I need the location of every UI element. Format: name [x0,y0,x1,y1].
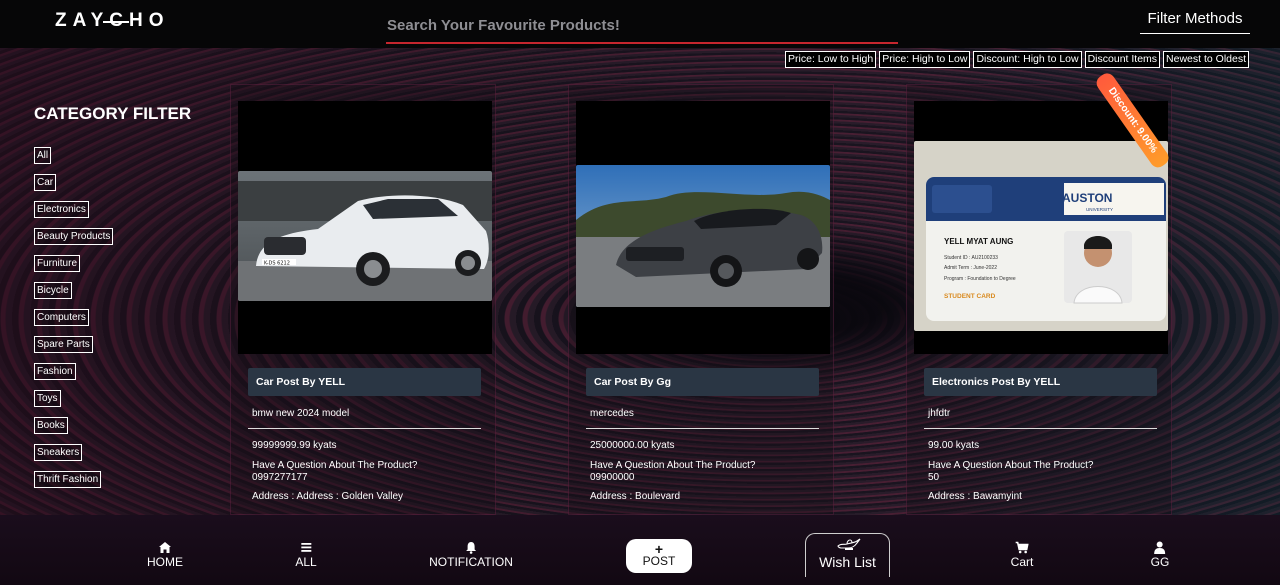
product-description: jhfdtr [928,408,951,419]
product-card-heading: Car Post By Gg [586,368,819,396]
product-address: Address : Address : Golden Valley [252,491,404,502]
magic-lamp-icon [806,534,889,554]
wishlist-label: Wish List [819,554,876,570]
sort-price-low-high[interactable]: Price: Low to High [785,51,877,68]
wishlist-button[interactable]: Wish List [805,533,890,577]
post-button-label: POST [642,554,676,568]
product-image-frame: K-DS 6212 [238,101,492,354]
bell-icon [429,541,513,555]
student-id-line: Student ID : AU2100233 [944,255,998,261]
category-sneakers[interactable]: Sneakers [34,444,83,461]
category-spare-parts[interactable]: Spare Parts [34,336,93,353]
filter-methods-button[interactable]: Filter Methods [1140,8,1250,34]
nav-home-label: HOME [147,555,183,569]
nav-home[interactable]: HOME [147,541,183,569]
product-question: Have A Question About The Product? 09900… [590,460,755,484]
divider [248,428,481,429]
product-image-frame [576,101,830,354]
question-text: Have A Question About The Product? [252,460,418,471]
category-all[interactable]: All [34,147,52,164]
product-price: 99.00 kyats [928,440,980,451]
category-car[interactable]: Car [34,174,57,191]
top-bar: ZAYCHO Filter Methods [0,0,1280,48]
product-description: mercedes [590,408,634,419]
logo[interactable]: ZAYCHO [55,10,169,32]
product-address: Address : Bawamyint [928,491,1022,502]
student-id-card-photo[interactable]: AUSTON UNIVERSITY YELL MYAT AUNG Student… [914,141,1168,331]
nav-user[interactable]: GG [1150,541,1170,569]
nav-notification-label: NOTIFICATION [429,555,513,569]
search-bar [386,8,898,44]
sort-newest-oldest[interactable]: Newest to Oldest [1163,51,1249,68]
student-name: YELL MYAT AUNG [944,237,1013,246]
product-price: 25000000.00 kyats [590,440,675,451]
nav-all[interactable]: ALL [295,541,317,569]
question-text: Have A Question About The Product? [590,460,756,471]
white-car-photo[interactable]: K-DS 6212 [238,171,492,301]
sort-discount-items[interactable]: Discount Items [1084,51,1161,68]
home-icon [147,541,183,555]
admit-term-line: Admit Term : June-2022 [944,265,997,271]
sort-price-high-low[interactable]: Price: High to Low [879,51,971,68]
product-card[interactable]: Car Post By Gg mercedes 25000000.00 kyat… [568,84,834,515]
student-card-label: STUDENT CARD [944,293,996,300]
bottom-nav: HOME ALL NOTIFICATION + POST Wish List C… [0,515,1280,585]
license-plate-text: K-DS 6212 [264,261,290,267]
category-thrift-fashion[interactable]: Thrift Fashion [34,471,102,488]
divider [924,428,1157,429]
grey-car-photo[interactable] [576,165,830,307]
nav-all-label: ALL [295,555,317,569]
product-card[interactable]: Discount: 9.00% AUSTON UNIVERSITY YELL M… [906,70,1172,515]
category-furniture[interactable]: Furniture [34,255,81,272]
category-bicycle[interactable]: Bicycle [34,282,72,299]
product-card-heading: Car Post By YELL [248,368,481,396]
post-button[interactable]: + POST [626,539,692,573]
sort-discount-high-low[interactable]: Discount: High to Low [973,51,1082,68]
product-price: 99999999.99 kyats [252,440,337,451]
nav-user-label: GG [1150,555,1170,569]
category-toys[interactable]: Toys [34,390,61,407]
university-subtitle: UNIVERSITY [1086,207,1113,212]
category-list: All Car Electronics Beauty Products Furn… [34,147,114,498]
contact-phone: 09900000 [590,472,635,483]
category-books[interactable]: Books [34,417,68,434]
product-description: bmw new 2024 model [252,408,350,419]
logo-underline [103,21,129,23]
nav-cart-label: Cart [1010,555,1034,569]
category-computers[interactable]: Computers [34,309,89,326]
category-filter-title: CATEGORY FILTER [34,104,192,123]
product-card[interactable]: K-DS 6212 Car Post By YELL bmw new 2024 … [230,84,496,515]
menu-icon [295,541,316,555]
divider [586,428,819,429]
category-electronics[interactable]: Electronics [34,201,89,218]
sort-options: Price: Low to High Price: High to Low Di… [785,51,1249,68]
contact-phone: 50 [928,472,940,483]
contact-phone: 0997277177 [252,472,308,483]
search-input[interactable] [386,8,898,42]
nav-cart[interactable]: Cart [1010,541,1034,569]
product-question: Have A Question About The Product? 50 [928,460,1093,484]
product-card-heading: Electronics Post By YELL [924,368,1157,396]
category-beauty-products[interactable]: Beauty Products [34,228,114,245]
program-line: Program : Foundation to Degree [944,276,1016,282]
product-question: Have A Question About The Product? 09972… [252,460,417,484]
question-text: Have A Question About The Product? [928,460,1094,471]
user-icon [1151,541,1170,555]
category-fashion[interactable]: Fashion [34,363,76,380]
product-image-frame: AUSTON UNIVERSITY YELL MYAT AUNG Student… [914,101,1168,354]
university-name: AUSTON [1062,191,1112,205]
nav-notification[interactable]: NOTIFICATION [429,541,513,569]
product-address: Address : Boulevard [590,491,681,502]
cart-icon [1011,541,1034,555]
